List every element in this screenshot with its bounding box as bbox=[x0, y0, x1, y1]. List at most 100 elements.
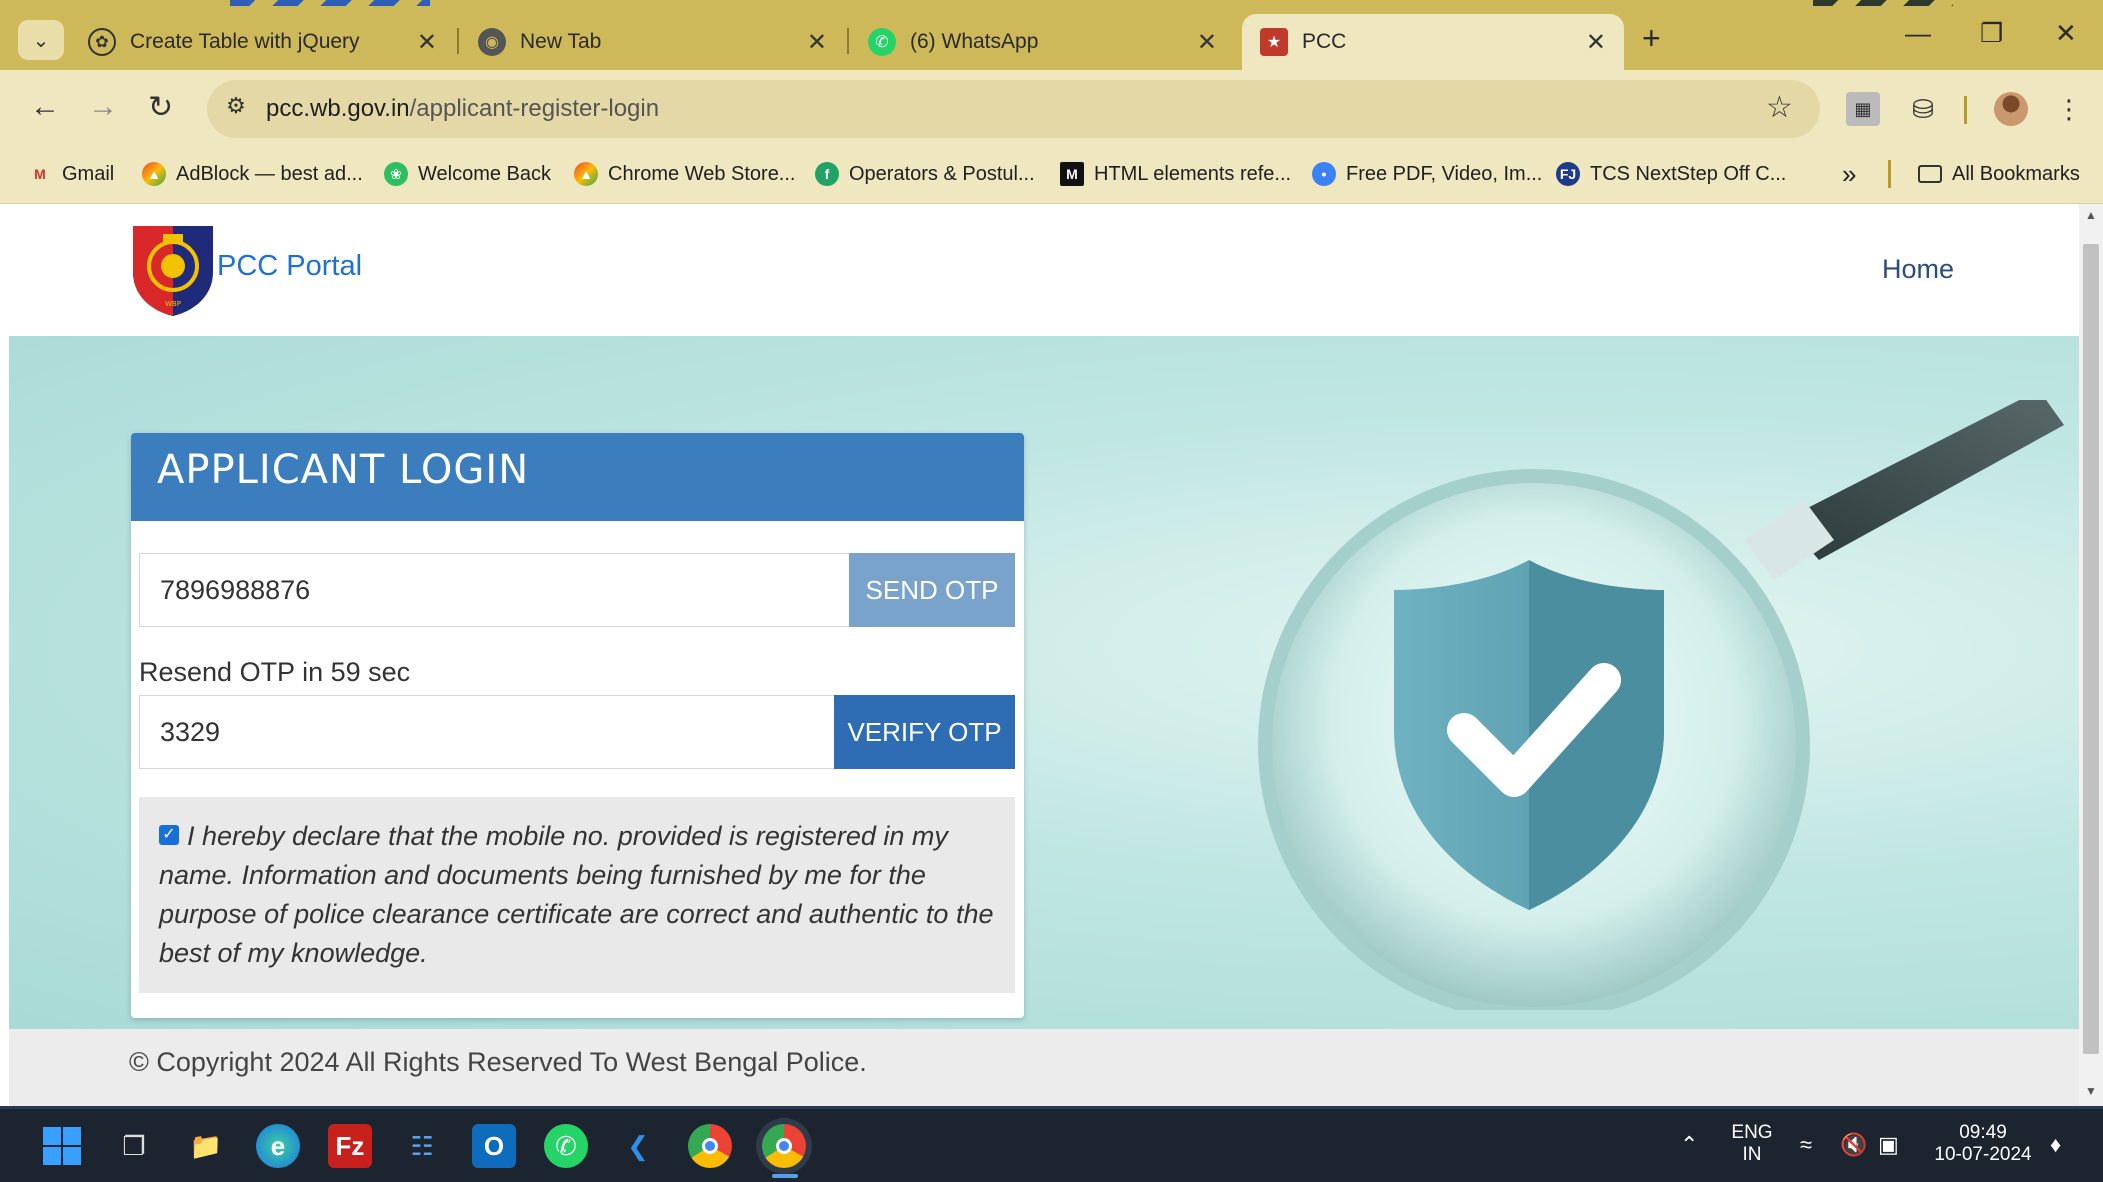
page-scrollbar[interactable]: ▲ ▼ bbox=[2079, 204, 2103, 1106]
bookmark-free-pdf[interactable]: • Free PDF, Video, Im... bbox=[1312, 157, 1542, 191]
mdn-icon: M bbox=[1060, 162, 1084, 186]
windows-taskbar bbox=[0, 1106, 2103, 1182]
chevron-down-icon: ⌄ bbox=[32, 29, 50, 52]
webstore-icon: ▲ bbox=[574, 162, 598, 186]
speaker-muted-icon[interactable]: 🔇 bbox=[1840, 1132, 1867, 1158]
extension-profile-icon[interactable]: ▦ bbox=[1846, 92, 1880, 126]
bookmarks-overflow-icon[interactable]: » bbox=[1842, 157, 1856, 191]
clock-time: 09:49 bbox=[1959, 1122, 2007, 1143]
window-close-icon[interactable]: ✕ bbox=[2055, 18, 2077, 49]
bookmark-label: Free PDF, Video, Im... bbox=[1346, 162, 1543, 185]
mobile-row: SEND OTP bbox=[139, 553, 1015, 627]
site-footer: © Copyright 2024 All Rights Reserved To … bbox=[9, 1029, 2079, 1106]
hero-section: APPLICANT LOGIN SEND OTP Resend OTP in 5… bbox=[9, 336, 2079, 1029]
send-otp-button[interactable]: SEND OTP bbox=[849, 553, 1015, 627]
scrollbar-thumb[interactable] bbox=[2083, 244, 2099, 1054]
vscode-icon[interactable]: ❮ bbox=[616, 1124, 660, 1168]
tray-overflow-chevron-icon[interactable]: ⌃ bbox=[1680, 1132, 1698, 1158]
wifi-icon[interactable]: ≈ bbox=[1800, 1132, 1812, 1158]
theme-decoration bbox=[230, 0, 430, 6]
profile-avatar[interactable] bbox=[1994, 92, 2028, 126]
chrome-icon: ◉ bbox=[478, 28, 506, 56]
tab-title: Create Table with jQuery bbox=[130, 30, 360, 53]
resend-otp-timer: Resend OTP in 59 sec bbox=[139, 657, 411, 687]
declaration-box: ✓ I hereby declare that the mobile no. p… bbox=[139, 797, 1015, 993]
language-code: ENG bbox=[1731, 1122, 1773, 1143]
bookmark-label: Chrome Web Store... bbox=[608, 162, 796, 185]
bookmark-label: Gmail bbox=[62, 162, 115, 185]
bookmark-label: HTML elements refe... bbox=[1094, 162, 1292, 185]
reload-icon[interactable]: ↻ bbox=[148, 90, 173, 125]
page-viewport: WBP PCC Portal Home APPLICANT LOGIN 7896… bbox=[9, 204, 2079, 1106]
chrome-taskbar-icon[interactable] bbox=[688, 1124, 732, 1168]
windows-start-icon[interactable] bbox=[40, 1124, 84, 1168]
all-bookmarks[interactable]: All Bookmarks bbox=[1918, 157, 2080, 191]
bookmark-label: AdBlock — best ad... bbox=[176, 162, 363, 185]
whatsapp-taskbar-icon[interactable]: ✆ bbox=[544, 1124, 588, 1168]
clock[interactable]: 09:49 10-07-2024 bbox=[1928, 1122, 2038, 1166]
mobile-number-input[interactable] bbox=[139, 553, 849, 627]
battery-icon[interactable]: ▣ bbox=[1878, 1132, 1899, 1158]
site-info-icon[interactable]: ⚙ bbox=[220, 93, 252, 125]
fs-icon: f bbox=[815, 162, 839, 186]
tab-title: PCC bbox=[1302, 30, 1347, 53]
url-text[interactable]: pcc.wb.gov.in/applicant-register-login bbox=[266, 95, 659, 123]
copyright-text: © Copyright 2024 All Rights Reserved To … bbox=[129, 1047, 867, 1077]
bookmark-html-elements[interactable]: M HTML elements refe... bbox=[1060, 157, 1291, 191]
tab-whatsapp[interactable]: ✆ (6) WhatsApp ✕ bbox=[850, 14, 1235, 70]
scroll-up-icon[interactable]: ▲ bbox=[2085, 208, 2097, 222]
bookmark-welcome-back[interactable]: ❀ Welcome Back bbox=[384, 157, 551, 191]
task-view-icon[interactable]: ❐ bbox=[112, 1124, 156, 1168]
notification-bell-icon[interactable]: ♦ bbox=[2050, 1132, 2061, 1158]
forward-icon[interactable]: → bbox=[88, 90, 118, 124]
close-icon[interactable]: ✕ bbox=[1586, 28, 1606, 57]
file-explorer-icon[interactable]: 📁 bbox=[184, 1124, 228, 1168]
back-icon[interactable]: ← bbox=[30, 90, 60, 124]
clock-date: 10-07-2024 bbox=[1934, 1144, 2032, 1165]
edge-icon[interactable]: e bbox=[256, 1124, 300, 1168]
pdf-icon: • bbox=[1312, 162, 1336, 186]
verify-otp-button[interactable]: VERIFY OTP bbox=[834, 695, 1015, 769]
brand-link[interactable]: PCC Portal bbox=[217, 250, 362, 283]
bookmark-chrome-web-store[interactable]: ▲ Chrome Web Store... bbox=[574, 157, 795, 191]
bookmark-tcs-nextstep[interactable]: FJ TCS NextStep Off C... bbox=[1556, 157, 1786, 191]
filezilla-icon[interactable]: Fz bbox=[328, 1124, 372, 1168]
west-bengal-police-logo[interactable]: WBP bbox=[129, 222, 217, 318]
close-icon[interactable]: ✕ bbox=[807, 28, 827, 57]
language-indicator[interactable]: ENG IN bbox=[1728, 1122, 1776, 1166]
bookmark-adblock[interactable]: ▲ AdBlock — best ad... bbox=[142, 157, 363, 191]
url-host: pcc.wb.gov.in bbox=[266, 95, 410, 122]
theme-decoration-right bbox=[1813, 0, 1953, 6]
otp-input[interactable] bbox=[139, 695, 834, 769]
tab-new-tab[interactable]: ◉ New Tab ✕ bbox=[460, 14, 845, 70]
evernote-icon: ❀ bbox=[384, 162, 408, 186]
new-tab-button[interactable]: + bbox=[1642, 20, 1661, 57]
tab-pcc[interactable]: ★ PCC ✕ bbox=[1242, 14, 1624, 70]
url-path: /applicant-register-login bbox=[409, 95, 660, 122]
bookmark-gmail[interactable]: M Gmail bbox=[28, 157, 114, 191]
menu-kebab-icon[interactable]: ⋮ bbox=[2052, 92, 2086, 126]
scroll-down-icon[interactable]: ▼ bbox=[2085, 1084, 2097, 1098]
restore-icon[interactable]: ❐ bbox=[1980, 18, 2003, 49]
login-card-header: APPLICANT LOGIN bbox=[131, 433, 1024, 521]
tab-search-button[interactable]: ⌄ bbox=[18, 20, 64, 60]
screen: ⌄ ✿ Create Table with jQuery ✕ ◉ New Tab… bbox=[0, 0, 2103, 1182]
site-header: WBP PCC Portal Home bbox=[9, 204, 2079, 336]
nav-home-link[interactable]: Home bbox=[1882, 254, 1954, 285]
bookmark-label: TCS NextStep Off C... bbox=[1590, 162, 1787, 185]
extensions-puzzle-icon[interactable]: ⛁ bbox=[1906, 92, 1940, 126]
tcs-icon: FJ bbox=[1556, 162, 1580, 186]
tab-create-table[interactable]: ✿ Create Table with jQuery ✕ bbox=[70, 14, 455, 70]
bookmark-star-icon[interactable]: ☆ bbox=[1766, 90, 1793, 125]
outlook-icon[interactable]: O bbox=[472, 1124, 516, 1168]
chrome-active-taskbar-icon[interactable] bbox=[762, 1124, 806, 1168]
close-icon[interactable]: ✕ bbox=[1197, 28, 1217, 57]
bookmark-operators[interactable]: f Operators & Postul... bbox=[815, 157, 1035, 191]
minimize-icon[interactable]: — bbox=[1905, 18, 1931, 49]
region-code: IN bbox=[1742, 1144, 1762, 1165]
tab-title: New Tab bbox=[520, 30, 602, 53]
notepad-icon[interactable]: ☷ bbox=[400, 1124, 444, 1168]
police-badge-icon: ★ bbox=[1260, 28, 1288, 56]
close-icon[interactable]: ✕ bbox=[417, 28, 437, 57]
tab-title: (6) WhatsApp bbox=[910, 30, 1039, 53]
